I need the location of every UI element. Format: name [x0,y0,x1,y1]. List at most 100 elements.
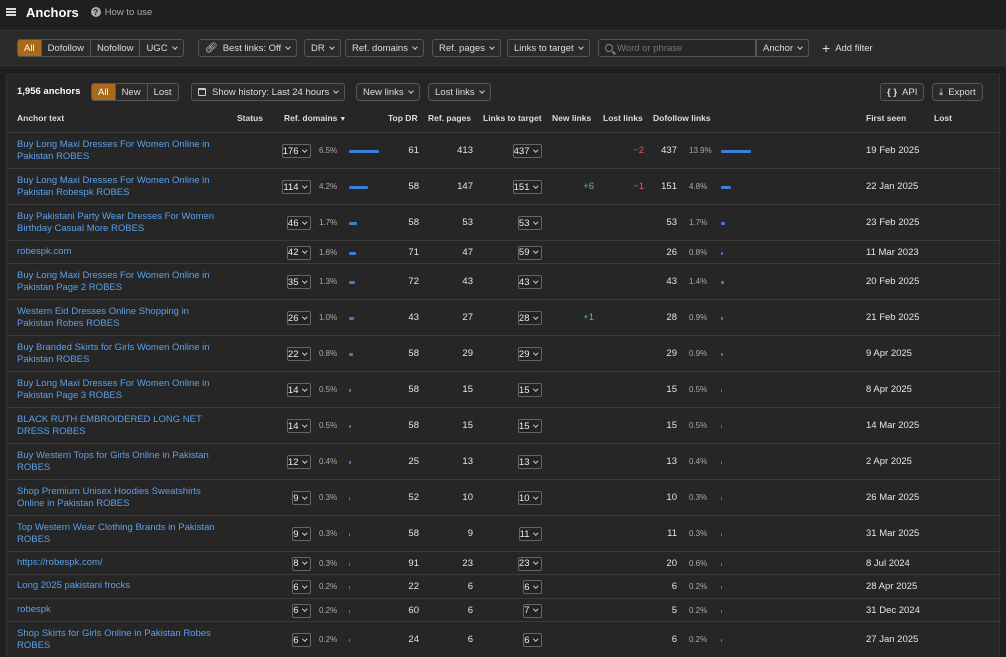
links-to-target-dropdown[interactable]: 23 [517,556,542,571]
links-to-target-dropdown[interactable]: 7 [523,603,542,618]
ref-domains-dropdown[interactable]: 12 [286,455,311,469]
anchor-text-link[interactable]: Buy Long Maxi Dresses For Women Online i… [17,270,227,294]
table-row: robespk 6 0.2% 60 6 7 5 0.2% 31 Dec 2024 [7,599,1001,622]
ref-domains-dropdown[interactable]: 6 [292,580,311,594]
how-to-use-link[interactable]: ? How to use [90,7,152,18]
col-first-seen[interactable]: First seen [866,113,906,128]
ref-domains-dropdown[interactable]: 14 [286,419,311,433]
links-to-target-dropdown[interactable]: 151 [512,180,542,194]
lost-links-dropdown[interactable]: Lost links [428,83,491,101]
ref-domains-dropdown[interactable]: 6 [292,633,311,647]
menu-icon[interactable] [6,8,16,16]
ref-domains-dropdown[interactable]: 9 [292,527,311,541]
ref-domains-dropdown[interactable]: 46 [286,216,311,230]
anchor-text-link[interactable]: Shop Skirts for Girls Online in Pakistan… [17,628,227,652]
anchor-text-link[interactable]: Shop Premium Unisex Hoodies Sweatshirts … [17,486,227,510]
filter-ugc[interactable]: UGC [140,40,183,56]
api-button[interactable]: { } API [880,83,925,101]
ref-domains-dropdown[interactable]: Ref. domains [345,39,424,57]
ref-domains-dropdown[interactable]: 14 [286,383,311,397]
ref-domains-dropdown[interactable]: 6 [292,603,311,618]
ref-domains-value: 176 [282,145,299,157]
anchor-text-link[interactable]: Buy Pakistani Party Wear Dresses For Wom… [17,211,227,235]
links-to-target-dropdown[interactable]: 13 [517,455,542,469]
export-button[interactable]: ⤓ Export [932,83,983,101]
links-to-target-dropdown[interactable]: 15 [517,383,542,397]
tab-all[interactable]: All [92,84,116,100]
ref-domains-dropdown[interactable]: 176 [281,144,311,158]
col-lost[interactable]: Lost [934,113,952,128]
links-to-target-dropdown[interactable]: 28 [517,311,542,325]
add-filter-button[interactable]: + Add filter [822,39,873,57]
chevron-down-icon [301,559,307,565]
anchor-text-link[interactable]: https://robespk.com/ [17,557,227,569]
anchor-text-link[interactable]: Buy Long Maxi Dresses For Women Online i… [17,378,227,402]
anchor-text-link[interactable]: Western Eid Dresses Online Shopping in P… [17,306,227,330]
anchor-text-link[interactable]: Buy Western Tops for Girls Online in Pak… [17,450,227,474]
links-to-target-dropdown[interactable]: 43 [517,275,542,289]
tab-new[interactable]: New [115,84,148,100]
links-to-target-dropdown[interactable]: 15 [517,419,542,433]
filter-dofollow[interactable]: Dofollow [41,40,91,56]
history-dropdown[interactable]: Show history: Last 24 hours [191,83,346,101]
dofollow-bar [721,251,723,255]
search-input[interactable] [617,42,747,54]
col-anchor-text[interactable]: Anchor text [17,113,64,128]
filter-nofollow[interactable]: Nofollow [91,40,141,56]
links-to-target-value: 53 [518,217,530,229]
col-new-links[interactable]: New links [552,113,591,128]
ref-domains-dropdown[interactable]: 114 [282,180,311,194]
filter-all[interactable]: All [18,40,42,56]
col-ref-domains[interactable]: Ref. domains ▼ [284,113,346,128]
new-links-dropdown[interactable]: New links [356,83,420,101]
links-to-target-dropdown[interactable]: 6 [523,633,542,647]
anchor-text-link[interactable]: Top Western Wear Clothing Brands in Paki… [17,522,227,546]
anchor-text-link[interactable]: Long 2025 pakistani frocks [17,580,227,592]
anchor-text-link[interactable]: Buy Branded Skirts for Girls Women Onlin… [17,342,227,366]
table-body: Buy Long Maxi Dresses For Women Online i… [7,132,1001,657]
links-to-target-dropdown[interactable]: 53 [517,216,542,230]
chevron-down-icon [301,219,307,224]
ref-pages-value: 147 [457,181,473,192]
ref-domains-dropdown[interactable]: 35 [286,275,311,289]
lost-links-value: −1 [633,181,644,192]
dofollow-bar [721,609,722,613]
col-status[interactable]: Status [237,113,263,128]
download-icon: ⤓ [939,86,944,98]
ref-domains-dropdown[interactable]: 26 [286,311,311,325]
ref-domains-dropdown[interactable]: 8 [292,556,311,571]
anchor-text-link[interactable]: Buy Long Maxi Dresses For Women Online i… [17,139,227,163]
ref-domains-dropdown[interactable]: 42 [286,245,311,260]
ref-domains-dropdown[interactable]: 22 [286,347,311,361]
anchor-mode-dropdown[interactable]: Anchor [756,39,810,57]
links-to-target-dropdown[interactable]: 11 [518,527,542,541]
ref-pages-value: 29 [462,348,473,359]
anchor-text-link[interactable]: robespk.com [17,246,227,258]
links-to-target-dropdown[interactable]: 59 [517,245,542,260]
chevron-down-icon [577,43,584,50]
col-dofollow-links[interactable]: Dofollow links [653,113,711,128]
links-to-target-dropdown[interactable]: 6 [523,580,542,594]
anchor-text-link[interactable]: BLACK RUTH EMBROIDERED LONG NET DRESS RO… [17,414,227,438]
links-to-target-dropdown[interactable]: 29 [517,347,542,361]
ref-domains-dropdown[interactable]: 9 [292,491,311,505]
col-links-to-target[interactable]: Links to target [483,113,542,128]
top-dr-value: 71 [408,246,419,258]
dr-dropdown[interactable]: DR [304,39,341,57]
anchor-text-link[interactable]: robespk [17,604,227,616]
links-to-target-dropdown[interactable]: 10 [517,491,542,505]
links-to-target-value: 29 [518,348,530,360]
best-links-dropdown[interactable]: 🔗︎ Best links: Off [198,39,298,57]
chevron-down-icon [532,314,538,319]
anchor-text-link[interactable]: Buy Long Maxi Dresses For Women Online i… [17,175,227,199]
col-ref-pages[interactable]: Ref. pages [428,113,471,128]
tab-lost[interactable]: Lost [147,84,178,100]
links-to-target-dropdown[interactable]: 437 [512,144,542,158]
first-seen-value: 14 Mar 2025 [866,420,920,431]
col-top-dr[interactable]: Top DR [388,113,418,128]
ref-domains-value: 6 [293,581,299,593]
col-lost-links[interactable]: Lost links [603,113,643,128]
export-label: Export [948,86,976,98]
links-to-target-dropdown[interactable]: Links to target [507,39,590,57]
ref-pages-dropdown[interactable]: Ref. pages [432,39,501,57]
